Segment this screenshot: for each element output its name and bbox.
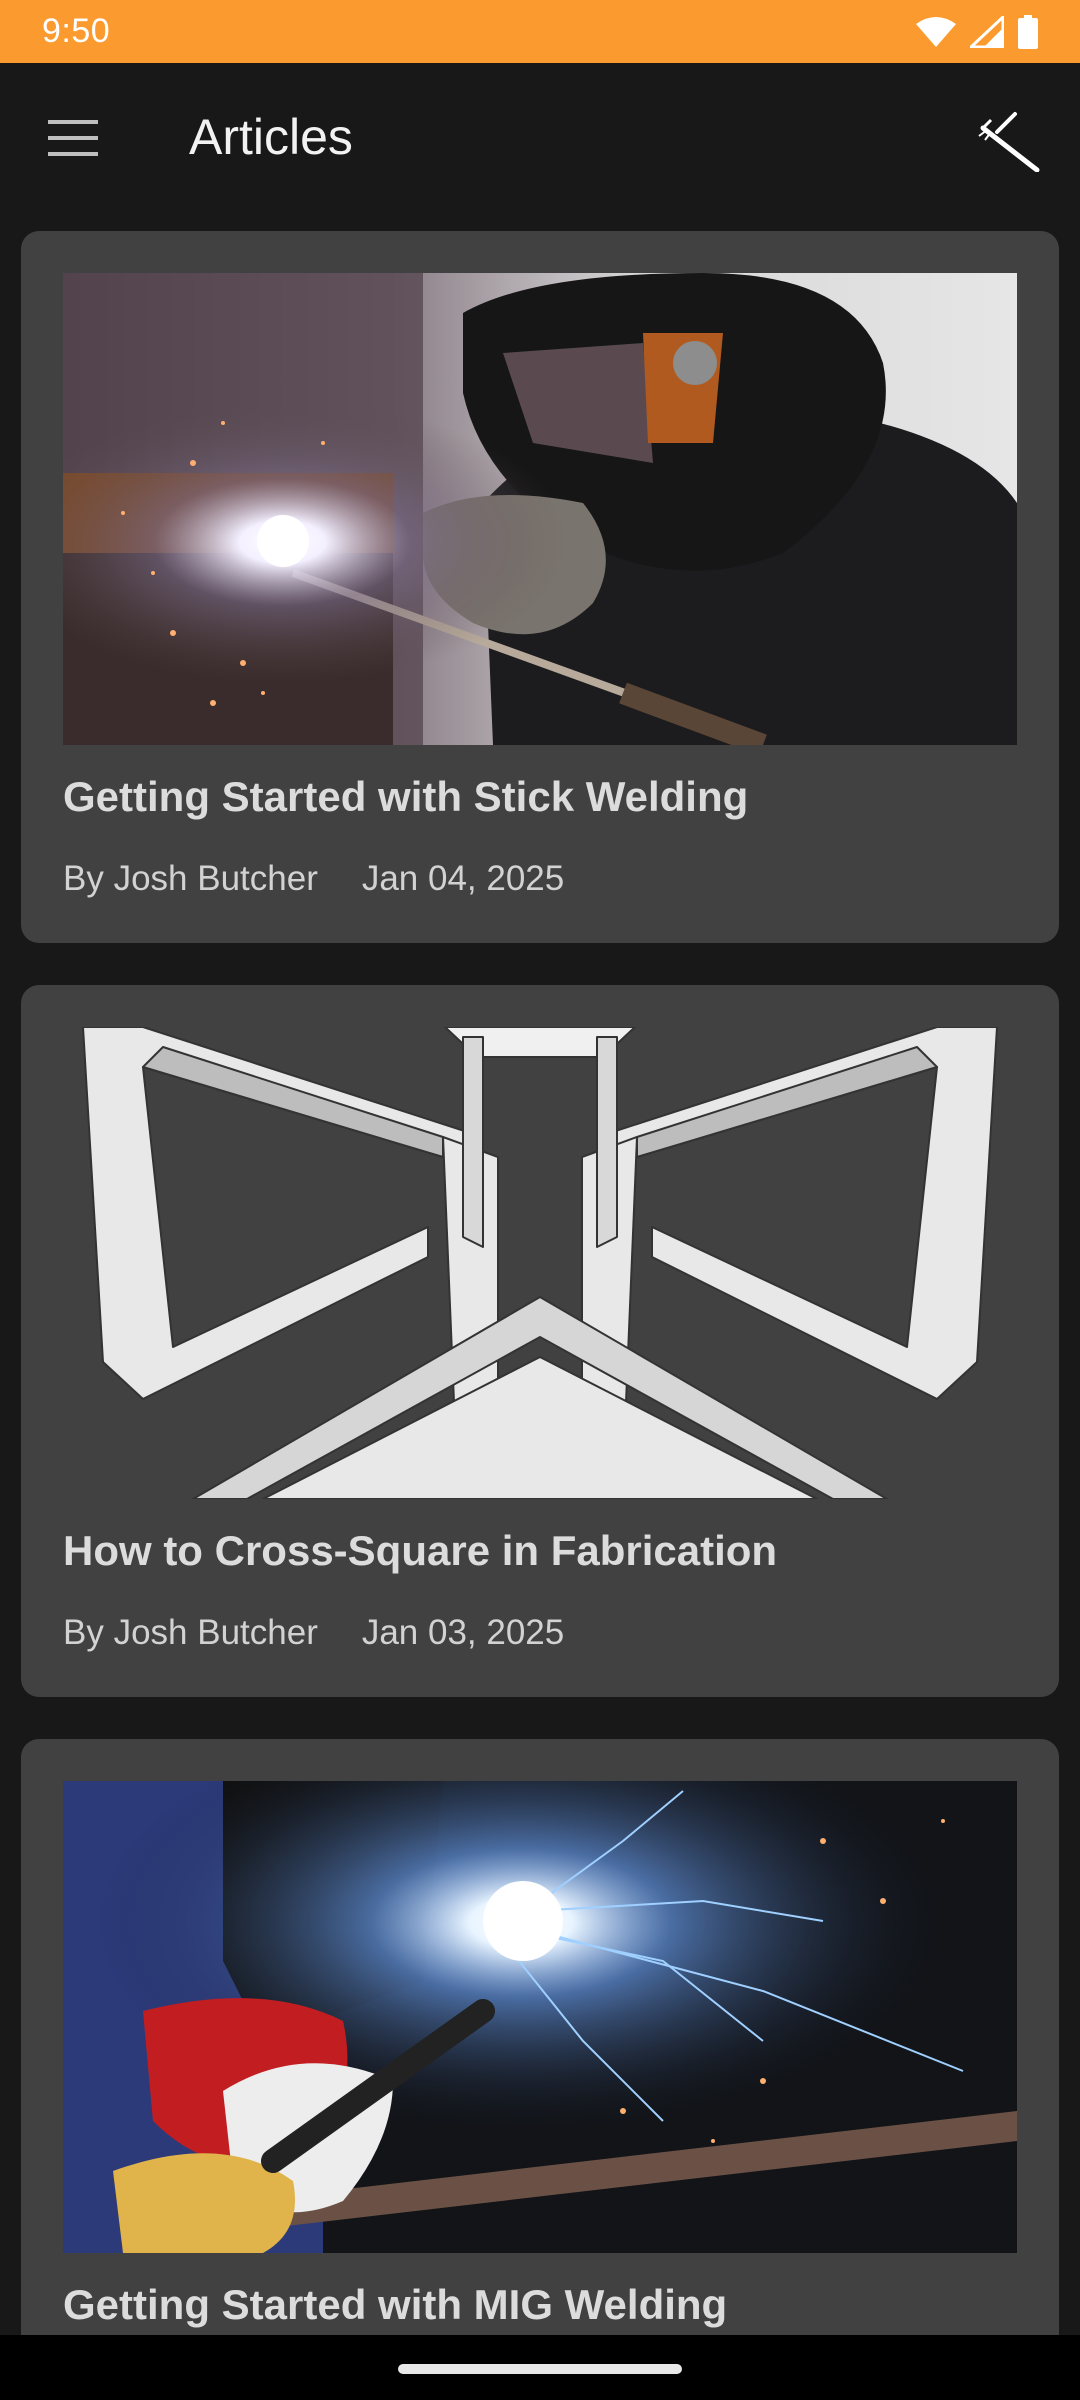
article-card[interactable]: How to Cross-Square in Fabrication By Jo… [21, 985, 1059, 1697]
cellular-signal-icon [970, 15, 1004, 48]
status-bar: 9:50 [0, 0, 1080, 63]
article-title[interactable]: Getting Started with MIG Welding [63, 2281, 727, 2329]
article-date: Jan 03, 2025 [361, 1613, 565, 1652]
article-date: Jan 04, 2025 [361, 859, 565, 898]
article-list[interactable]: Getting Started with Stick Welding By Jo… [0, 210, 1080, 2335]
page-title: Articles [189, 109, 353, 165]
square-tube-diagram [82, 1027, 998, 1499]
system-navigation-bar [0, 2335, 1080, 2400]
app-bar: Articles [0, 63, 1080, 210]
status-time: 9:50 [42, 12, 111, 50]
article-image [63, 273, 1017, 745]
article-card[interactable]: Getting Started with MIG Welding [21, 1739, 1059, 2335]
mig-welding-photo [63, 1781, 1017, 2253]
wifi-icon [916, 16, 956, 48]
article-image [63, 1781, 1017, 2253]
home-indicator[interactable] [398, 2364, 682, 2374]
article-title[interactable]: Getting Started with Stick Welding [63, 773, 748, 821]
status-icons [916, 14, 1038, 49]
article-author: By Josh Butcher [63, 859, 318, 898]
menu-button[interactable] [36, 103, 110, 177]
welding-torch-icon [977, 110, 1047, 177]
hamburger-menu-icon [48, 119, 98, 161]
welder-photo [63, 273, 1017, 745]
article-meta: By Josh Butcher Jan 04, 2025 [63, 859, 564, 899]
app-screen: 9:50 Articles Getting Started with Stick… [0, 0, 1080, 2400]
battery-icon [1018, 14, 1038, 49]
welding-torch-button[interactable] [972, 103, 1052, 183]
article-author: By Josh Butcher [63, 1613, 318, 1652]
article-title[interactable]: How to Cross-Square in Fabrication [63, 1527, 777, 1575]
article-card[interactable]: Getting Started with Stick Welding By Jo… [21, 231, 1059, 943]
article-image [63, 1027, 1017, 1499]
article-meta: By Josh Butcher Jan 03, 2025 [63, 1613, 564, 1653]
